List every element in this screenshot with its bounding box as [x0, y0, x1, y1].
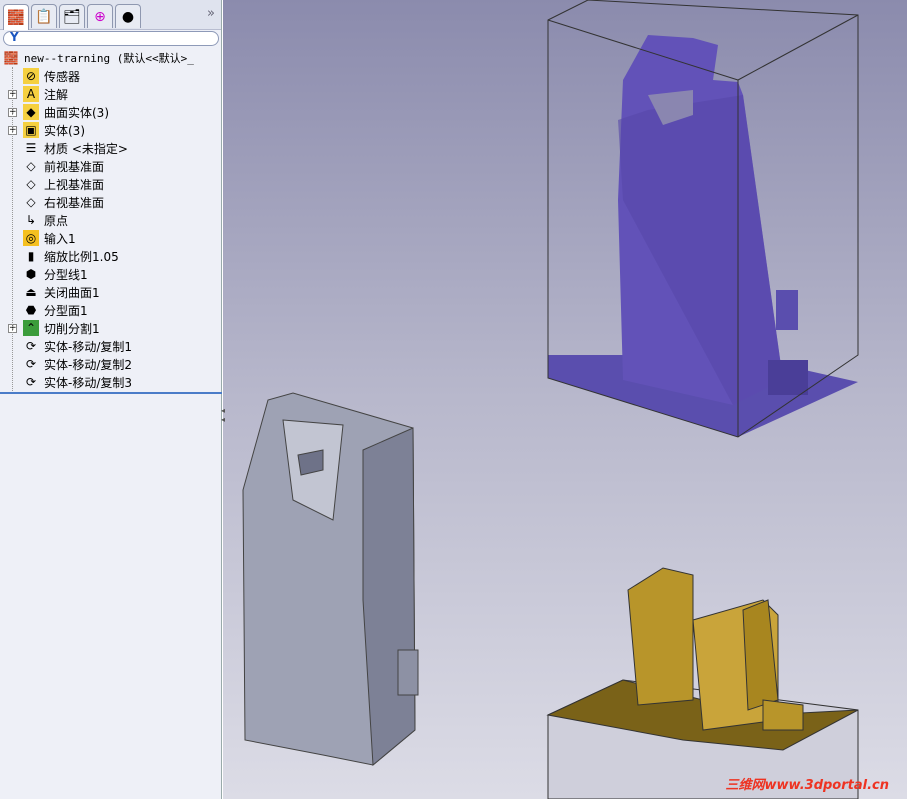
tree-item[interactable]: + A 注解 [0, 85, 222, 103]
plane-icon: ◇ [26, 177, 36, 191]
cavity-block [546, 567, 859, 800]
solid-bodies-folder-icon: ▣ [23, 122, 39, 138]
import-icon: ◎ [23, 230, 39, 246]
property-manager-icon[interactable]: 📋 [31, 4, 57, 28]
tree-item-label: 实体-移动/复制2 [44, 357, 133, 372]
scale-icon: ▮ [27, 249, 35, 263]
move-copy-body-icon: ⟳ [25, 375, 37, 389]
plane-icon: ◇ [26, 195, 36, 209]
tree-item[interactable]: ⟳ 实体-移动/复制3 [0, 373, 222, 391]
tree-item[interactable]: ☰ 材质 <未指定> [0, 139, 222, 157]
tree-item-label: 注解 [44, 87, 69, 102]
tree-item[interactable]: ⏏ 关闭曲面1 [0, 283, 222, 301]
dimxpert-icon[interactable]: ⊕ [87, 4, 113, 28]
configuration-manager-icon[interactable]: 🗂 [59, 4, 85, 28]
tree-item-label: 实体-移动/复制1 [44, 339, 133, 354]
tree-item-label: 分型面1 [44, 303, 88, 318]
tree-item-label: 分型线1 [44, 267, 88, 282]
part-icon: 🧱 [3, 51, 19, 65]
tree-item[interactable]: ◎ 输入1 [0, 229, 222, 247]
graphics-area[interactable]: 三维网www.3dportal.cn [223, 0, 907, 800]
move-copy-body-icon: ⟳ [25, 357, 37, 371]
tree-item-label: 右视基准面 [44, 195, 105, 210]
tree-item[interactable]: ⬣ 分型面1 [0, 301, 222, 319]
tree-item-label: 关闭曲面1 [44, 285, 100, 300]
material-icon: ☰ [25, 141, 37, 155]
tree-item[interactable]: ⟳ 实体-移动/复制2 [0, 355, 222, 373]
tree-item-label: 原点 [44, 213, 69, 228]
tree-item-label: 缩放比例1.05 [44, 249, 119, 264]
surface-bodies-folder-icon: ◆ [23, 104, 39, 120]
tree-item[interactable]: ◇ 前视基准面 [0, 157, 222, 175]
model-view [242, 0, 859, 800]
tree-item-label: 切削分割1 [44, 321, 100, 336]
filter-icon: Y [10, 30, 19, 44]
tree-item-label: 材质 <未指定> [44, 141, 128, 156]
more-tabs-button[interactable]: » [207, 6, 215, 21]
parting-line-icon: ⬢ [25, 267, 37, 281]
tree-item-label: 上视基准面 [44, 177, 105, 192]
tree-item-label: 实体-移动/复制3 [44, 375, 133, 390]
filter-input[interactable]: Y [3, 30, 219, 46]
tree-item[interactable]: ◇ 右视基准面 [0, 193, 222, 211]
tree-item[interactable]: ◇ 上视基准面 [0, 175, 222, 193]
appearance-icon[interactable]: ● [115, 4, 141, 28]
tree-item[interactable]: ⊘ 传感器 [0, 67, 222, 85]
tree-item[interactable]: ↳ 原点 [0, 211, 222, 229]
tree-item[interactable]: + ▣ 实体(3) [0, 121, 222, 139]
tooling-split-icon: ⌃ [23, 320, 39, 336]
sensor-folder-icon: ⊘ [23, 68, 39, 84]
tree-item-label: 输入1 [44, 231, 76, 246]
plane-icon: ◇ [26, 159, 36, 173]
feature-manager-panel: 🧱 📋 🗂 ⊕ ● » Y 🧱 new--trarning (默认<<默认>_ ⊘… [0, 0, 222, 799]
shut-off-surface-icon: ⏏ [25, 285, 37, 299]
core-body [548, 35, 858, 437]
watermark: 三维网www.3dportal.cn [725, 778, 889, 793]
tree-item-label: 传感器 [44, 69, 81, 84]
panel-splitter[interactable] [0, 392, 222, 394]
feature-tree: 🧱 new--trarning (默认<<默认>_ ⊘ 传感器 + A 注解 + ◆ 曲面实体(… [0, 49, 222, 391]
tree-line [12, 67, 13, 391]
tree-item-label: 曲面实体(3) [44, 105, 109, 120]
annotation-folder-icon: A [23, 86, 39, 102]
tree-item-label: 实体(3) [44, 123, 85, 138]
molded-part [242, 392, 419, 767]
tree-item[interactable]: + ⌃ 切削分割1 [0, 319, 222, 337]
origin-icon: ↳ [25, 213, 37, 227]
tree-item[interactable]: ⬢ 分型线1 [0, 265, 222, 283]
tree-item[interactable]: + ◆ 曲面实体(3) [0, 103, 222, 121]
tree-item[interactable]: ▮ 缩放比例1.05 [0, 247, 222, 265]
tree-item-label: 前视基准面 [44, 159, 105, 174]
move-copy-body-icon: ⟳ [25, 339, 37, 353]
tree-root[interactable]: 🧱 new--trarning (默认<<默认>_ [0, 49, 222, 67]
feature-manager-icon[interactable]: 🧱 [3, 4, 29, 30]
panel-tabs: 🧱 📋 🗂 ⊕ ● » [0, 0, 221, 30]
tree-item[interactable]: ⟳ 实体-移动/复制1 [0, 337, 222, 355]
panel-collapse-handle[interactable]: ◂ ◂ [221, 406, 229, 430]
parting-surface-icon: ⬣ [25, 303, 37, 317]
